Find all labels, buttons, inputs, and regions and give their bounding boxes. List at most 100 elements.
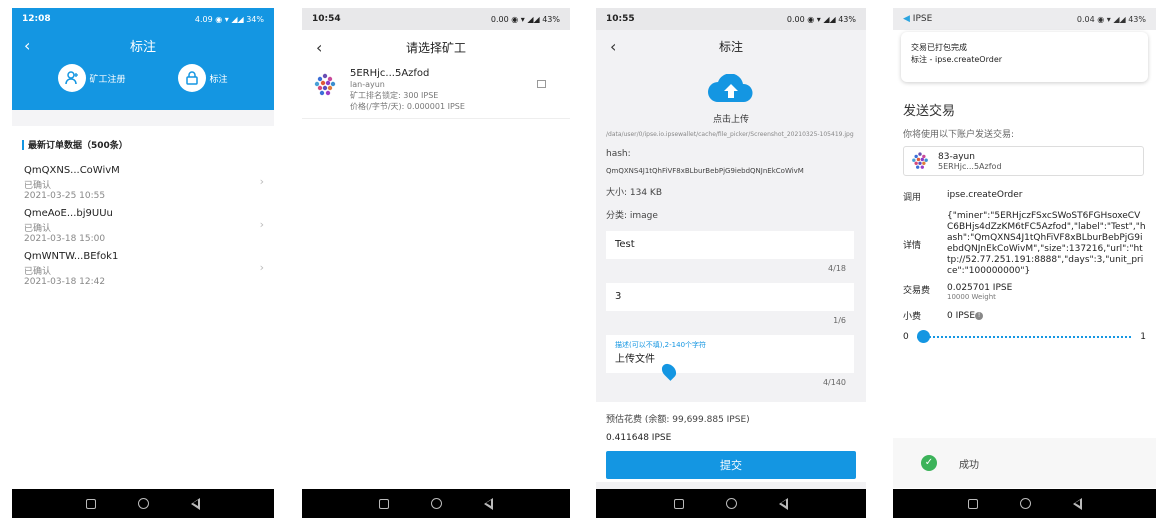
details-value: {"miner":"5ERHjczFSxcSWoST6FGHsoxeCVC6BH…: [947, 211, 1146, 276]
fee-weight: 10000 Weight: [947, 293, 996, 301]
system-nav-bar: [12, 489, 274, 518]
back-nav-icon[interactable]: [779, 497, 788, 510]
telegram-icon: ◀: [903, 14, 910, 24]
tip-slider[interactable]: 0 1: [893, 322, 1156, 343]
account-address: 5ERHjc...5Azfod: [938, 161, 1002, 171]
back-nav-icon[interactable]: [1072, 497, 1082, 510]
label-button[interactable]: 标注: [178, 64, 228, 92]
description-value: 上传文件: [615, 354, 655, 365]
upload-label: 点击上传: [712, 115, 749, 125]
status-bar: 10:55 0.00 ◉ ▾ ◢◢ 43%: [596, 8, 866, 30]
slider-max: 1: [1140, 332, 1146, 342]
page-title: 请选择矿工: [405, 40, 466, 55]
back-nav-icon[interactable]: [484, 497, 493, 510]
hash-value: QmQXNS4J1tQhFiVF8xBLburBebPjG9iebdQNJnEk…: [606, 167, 804, 175]
account-avatar-icon: [912, 152, 928, 169]
miner-alias: lan-ayun: [350, 80, 385, 89]
add-user-icon: [58, 64, 87, 92]
upload-button[interactable]: 点击上传: [596, 62, 866, 125]
call-row: 调用 ipse.createOrder: [893, 176, 1156, 203]
page-title: 标注: [129, 39, 156, 55]
file-category: 分类: image: [606, 211, 658, 221]
status-bar: 10:54 0.00 ◉ ▾ ◢◢ 43%: [302, 8, 570, 30]
miner-locked: 矿工排名锁定: 300 IPSE: [350, 91, 439, 100]
home-icon[interactable]: [726, 498, 737, 509]
miner-item[interactable]: 5ERHjc...5Azfod lan-ayun 矿工排名锁定: 300 IPS…: [302, 64, 570, 119]
toast-title: 交易已打包完成: [911, 43, 967, 52]
description-hint: 描述(可以不填),2-140个字符: [615, 341, 707, 349]
name-counter: 4/18: [828, 264, 846, 273]
status-app: ◀ IPSE: [903, 14, 933, 24]
list-item[interactable]: QmWNTW...BEfok1 已确认 2021-03-18 12:42 ›: [12, 247, 274, 290]
chevron-right-icon: ›: [259, 175, 264, 188]
hash-label: hash:: [606, 149, 631, 159]
miner-register-button[interactable]: 矿工注册: [58, 64, 126, 92]
miner-avatar-icon: [314, 73, 336, 96]
select-checkbox-icon[interactable]: [537, 80, 546, 88]
list-item[interactable]: QmeAoE...bj9UUu 已确认 2021-03-18 15:00 ›: [12, 204, 274, 247]
notification-toast[interactable]: 交易已打包完成 标注 - ipse.createOrder: [901, 32, 1148, 82]
chevron-right-icon: ›: [259, 261, 264, 274]
home-icon[interactable]: [138, 498, 149, 509]
status-bar: 12:08 4.09 ◉ ▾ ◢◢ 34%: [12, 8, 274, 30]
days-counter: 1/6: [833, 316, 846, 325]
file-path: /data/user/0/ipse.io.ipsewallet/cache/fi…: [606, 131, 854, 138]
account-card[interactable]: 83-ayun 5ERHjc...5Azfod: [903, 146, 1144, 176]
file-size: 大小: 134 KB: [606, 188, 663, 198]
tip-value: 0 IPSE: [947, 310, 976, 321]
status-icons: 4.09 ◉ ▾ ◢◢ 34%: [194, 14, 264, 24]
home-icon[interactable]: [1019, 498, 1031, 509]
description-input[interactable]: 描述(可以不填),2-140个字符 上传文件: [606, 335, 854, 381]
status-bar: ◀ IPSE 0.04 ◉ ▾ ◢◢ 43%: [893, 8, 1156, 30]
miner-register-label: 矿工注册: [89, 74, 126, 85]
toast-body: 标注 - ipse.createOrder: [911, 55, 1003, 64]
details-row: 详情 {"miner":"5ERHjczFSxcSWoST6FGHsoxeCVC…: [903, 211, 1146, 276]
system-nav-bar: [893, 489, 1156, 518]
slider-min: 0: [903, 332, 909, 342]
recents-icon[interactable]: [379, 498, 389, 509]
account-prompt: 你将使用以下账户发送交易:: [903, 130, 1015, 140]
header: ‹ 请选择矿工: [302, 30, 570, 64]
back-icon[interactable]: ‹: [316, 38, 322, 57]
name-input[interactable]: Test: [606, 231, 854, 259]
chevron-right-icon: ›: [259, 218, 264, 231]
info-icon[interactable]: !: [975, 311, 984, 320]
header: ‹ 标注 矿工注册 标注: [12, 30, 274, 110]
status-icons: 0.00 ◉ ▾ ◢◢ 43%: [786, 14, 856, 24]
back-nav-icon[interactable]: [191, 497, 200, 510]
fee-value: 0.411648 IPSE: [606, 433, 672, 443]
lock-icon: [178, 64, 207, 92]
slider-knob[interactable]: [916, 330, 930, 343]
success-bar: ✓ 成功: [893, 438, 1156, 488]
account-name: 83-ayun: [938, 151, 975, 162]
submit-button[interactable]: 提交: [606, 451, 856, 479]
home-icon[interactable]: [431, 498, 442, 509]
check-icon: ✓: [921, 455, 937, 471]
fee-panel: 预估花费 (余额: 99,699.885 IPSE) 0.411648 IPSE…: [596, 402, 866, 482]
status-icons: 0.04 ◉ ▾ ◢◢ 43%: [1076, 14, 1146, 24]
send-transaction-screen: ◀ IPSE 0.04 ◉ ▾ ◢◢ 43% 交易已打包完成 标注 - ipse…: [893, 8, 1156, 518]
fee-amount: 0.025701 IPSE: [947, 283, 1013, 293]
header: ‹ 标注: [596, 30, 866, 62]
system-nav-bar: [302, 489, 570, 518]
list-item[interactable]: QmQXNS...CoWivM 已确认 2021-03-25 10:55 ›: [12, 161, 274, 204]
label-action-label: 标注: [209, 74, 228, 85]
page-title: 标注: [718, 39, 743, 54]
tip-row: 小费 0 IPSE !: [893, 301, 1156, 322]
order-list-screen: 12:08 4.09 ◉ ▾ ◢◢ 34% ‹ 标注 矿工注册 标注 最新订单数…: [12, 8, 274, 518]
slider-track[interactable]: [916, 330, 1133, 343]
days-input[interactable]: 3: [606, 283, 854, 311]
miner-price: 价格(/字节/天): 0.000001 IPSE: [350, 102, 465, 111]
back-icon[interactable]: ‹: [610, 37, 616, 56]
recents-icon[interactable]: [674, 498, 684, 509]
recents-icon[interactable]: [86, 498, 96, 509]
fee-row: 交易费 0.025701 IPSE 10000 Weight: [903, 283, 1013, 301]
fee-estimate: 预估花费 (余额: 99,699.885 IPSE): [606, 415, 750, 425]
status-time: 10:55: [606, 14, 635, 24]
back-icon[interactable]: ‹: [24, 36, 30, 55]
recents-icon[interactable]: [967, 498, 978, 509]
status-time: 10:54: [312, 14, 341, 24]
description-counter: 4/140: [822, 378, 846, 387]
section-title: 最新订单数据（500条）: [12, 126, 274, 161]
miner-name: 5ERHjc...5Azfod: [350, 68, 430, 79]
